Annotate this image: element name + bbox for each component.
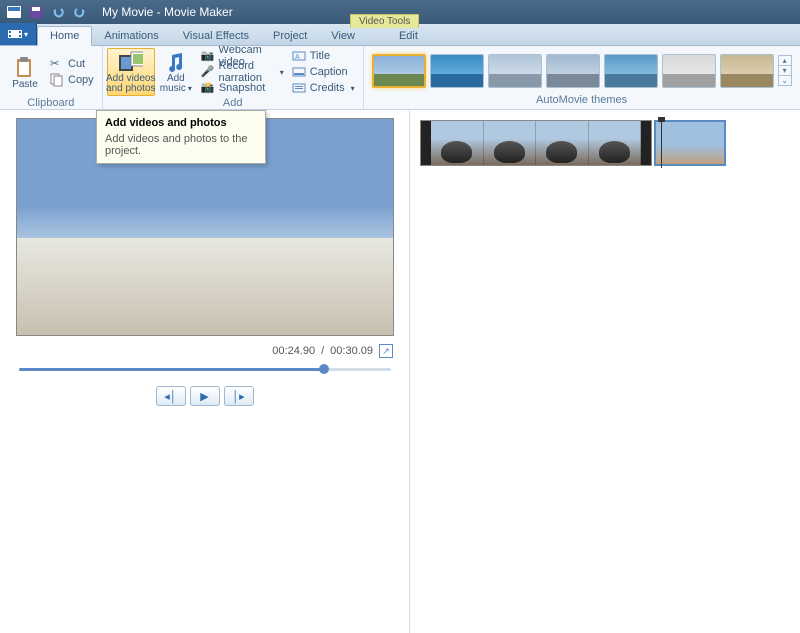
save-icon[interactable] [26, 3, 46, 21]
paste-button[interactable]: Paste [4, 48, 46, 96]
time-display-row: 00:24.90/00:30.09 ↗ [272, 344, 393, 358]
automovie-gallery: ▴ ▾ ⌄ [368, 52, 796, 90]
gallery-scroll: ▴ ▾ ⌄ [778, 55, 792, 86]
tooltip-title: Add videos and photos [105, 117, 257, 129]
playhead[interactable] [661, 120, 662, 168]
window-title: My Movie - Movie Maker [102, 5, 796, 19]
step-back-icon: ◂│ [164, 390, 176, 403]
title-button[interactable]: A Title [288, 48, 359, 64]
ribbon-group-clipboard: Paste ✂ Cut Copy Clipboard [0, 46, 103, 109]
caption-icon [292, 65, 306, 79]
undo-icon[interactable] [48, 3, 68, 21]
theme-thumb-7[interactable] [720, 54, 774, 88]
snapshot-icon: 📸 [201, 81, 215, 95]
context-tab-group: Video Tools [350, 14, 419, 28]
title-icon: A [292, 49, 306, 63]
clip-strip [420, 120, 790, 166]
playback-duration: 00:30.09 [330, 345, 373, 357]
tab-visual-effects[interactable]: Visual Effects [171, 27, 261, 45]
gallery-more-button[interactable]: ⌄ [779, 76, 791, 85]
gallery-down-button[interactable]: ▾ [779, 66, 791, 76]
credits-icon [292, 81, 306, 95]
cut-button[interactable]: ✂ Cut [46, 56, 98, 72]
tab-project[interactable]: Project [261, 27, 319, 45]
ribbon-group-automovie: ▴ ▾ ⌄ AutoMovie themes [364, 46, 800, 109]
theme-thumb-2[interactable] [430, 54, 484, 88]
chevron-down-icon: ▾ [24, 30, 28, 39]
video-clip[interactable] [420, 120, 652, 166]
add-media-icon [119, 51, 143, 73]
chevron-down-icon: ▾ [280, 68, 284, 77]
record-narration-button[interactable]: 🎤 Record narration ▾ [197, 64, 288, 80]
redo-icon[interactable] [70, 3, 90, 21]
quick-access-toolbar [4, 3, 90, 21]
tab-edit[interactable]: Edit [387, 27, 430, 45]
timeline-pane [410, 110, 800, 633]
theme-thumb-6[interactable] [662, 54, 716, 88]
file-menu-button[interactable]: ▾ [0, 23, 37, 45]
music-note-icon [164, 51, 188, 73]
next-frame-button[interactable]: │▸ [224, 386, 254, 406]
tab-view[interactable]: View [319, 27, 367, 45]
tab-animations[interactable]: Animations [92, 27, 170, 45]
workspace: 00:24.90/00:30.09 ↗ ◂│ ▶ │▸ [0, 110, 800, 633]
ribbon: Paste ✂ Cut Copy Clipboard Add videos an… [0, 46, 800, 110]
copy-button[interactable]: Copy [46, 72, 98, 88]
paste-icon [13, 55, 37, 79]
play-button[interactable]: ▶ [190, 386, 220, 406]
group-label-clipboard: Clipboard [4, 96, 98, 110]
microphone-icon: 🎤 [201, 65, 215, 79]
chevron-down-icon: ▾ [351, 84, 355, 93]
ribbon-group-add: Add videos and photos Add music▾ 📷 Webca… [103, 46, 364, 109]
tab-home[interactable]: Home [37, 26, 92, 46]
preview-pane: 00:24.90/00:30.09 ↗ ◂│ ▶ │▸ [0, 110, 410, 633]
seek-thumb[interactable] [319, 364, 329, 374]
ribbon-tab-strip: ▾ Home Animations Visual Effects Project… [0, 24, 800, 46]
tooltip-body: Add videos and photos to the project. [105, 133, 257, 157]
app-button[interactable] [4, 3, 24, 21]
theme-thumb-4[interactable] [546, 54, 600, 88]
prev-frame-button[interactable]: ◂│ [156, 386, 186, 406]
photo-clip[interactable] [654, 120, 726, 166]
theme-thumb-1[interactable] [372, 54, 426, 88]
group-label-add: Add [107, 96, 359, 110]
group-label-automovie: AutoMovie themes [368, 93, 796, 107]
add-videos-photos-button[interactable]: Add videos and photos [107, 48, 155, 96]
chevron-down-icon: ▾ [188, 84, 192, 93]
svg-text:A: A [295, 54, 300, 61]
credits-button[interactable]: Credits ▾ [288, 80, 359, 96]
step-forward-icon: │▸ [232, 390, 244, 403]
filmstrip-icon [8, 28, 22, 40]
seek-slider[interactable] [19, 362, 391, 376]
playback-controls: ◂│ ▶ │▸ [156, 386, 254, 406]
fullscreen-button[interactable]: ↗ [379, 344, 393, 358]
snapshot-button[interactable]: 📸 Snapshot [197, 80, 288, 96]
theme-thumb-3[interactable] [488, 54, 542, 88]
caption-button[interactable]: Caption [288, 64, 359, 80]
copy-icon [50, 73, 64, 87]
playback-position: 00:24.90 [272, 345, 315, 357]
scissors-icon: ✂ [50, 57, 64, 71]
context-tab-group-label: Video Tools [350, 14, 419, 28]
webcam-icon: 📷 [201, 49, 215, 63]
gallery-up-button[interactable]: ▴ [779, 56, 791, 66]
add-music-button[interactable]: Add music▾ [155, 48, 197, 96]
theme-thumb-5[interactable] [604, 54, 658, 88]
play-icon: ▶ [200, 390, 208, 403]
expand-icon: ↗ [382, 346, 390, 357]
tooltip-add-videos: Add videos and photos Add videos and pho… [96, 110, 266, 164]
